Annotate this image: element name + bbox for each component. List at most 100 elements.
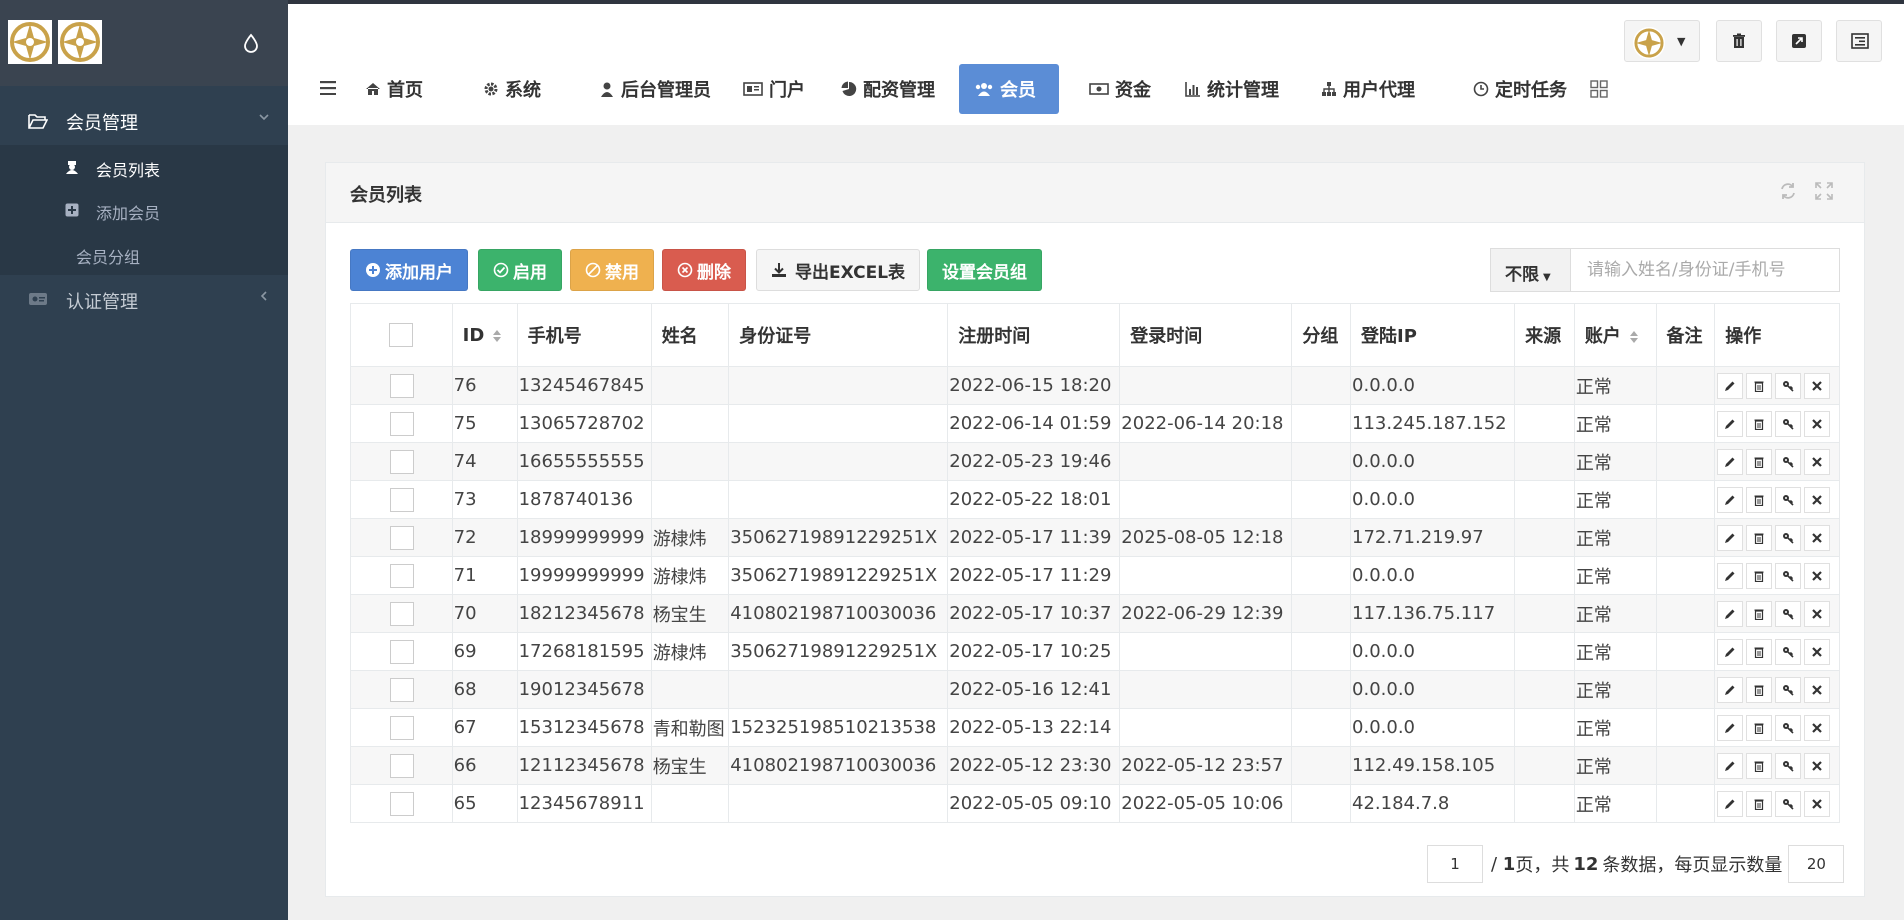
export-excel-button[interactable]: 导出EXCEL表	[756, 249, 921, 291]
disable-row-button[interactable]	[1804, 524, 1831, 551]
delete-row-button[interactable]	[1746, 562, 1773, 589]
fullscreen-icon[interactable]	[1814, 181, 1834, 201]
reset-password-button[interactable]	[1775, 562, 1802, 589]
delete-row-button[interactable]	[1746, 448, 1773, 475]
set-member-group-button[interactable]: 设置会员组	[927, 249, 1042, 291]
delete-row-button[interactable]	[1746, 372, 1773, 399]
disable-row-button[interactable]	[1804, 448, 1831, 475]
delete-row-button[interactable]	[1746, 486, 1773, 513]
reset-password-button[interactable]	[1775, 638, 1802, 665]
edit-button[interactable]	[1717, 600, 1744, 627]
reset-password-button[interactable]	[1775, 676, 1802, 703]
cell-idcard: 410802198710030036	[728, 746, 949, 785]
column-header-account[interactable]: 账户	[1573, 303, 1657, 367]
grid-apps-icon[interactable]	[1590, 80, 1608, 98]
row-checkbox[interactable]	[389, 677, 414, 702]
reset-password-button[interactable]	[1775, 600, 1802, 627]
reset-password-button[interactable]	[1775, 448, 1802, 475]
edit-button[interactable]	[1717, 486, 1744, 513]
delete-row-button[interactable]	[1746, 410, 1773, 437]
search-input[interactable]	[1571, 249, 1839, 291]
tab-funding[interactable]: 配资管理	[826, 64, 950, 114]
disable-row-button[interactable]	[1804, 676, 1831, 703]
search-filter-select[interactable]: 不限 ▼	[1491, 249, 1571, 291]
clear-cache-button[interactable]	[1716, 20, 1762, 62]
edit-button[interactable]	[1717, 448, 1744, 475]
disable-row-button[interactable]	[1804, 372, 1831, 399]
disable-button[interactable]: 禁用	[570, 249, 654, 291]
sidebar-group-auth[interactable]: 认证管理	[0, 277, 288, 323]
tab-system[interactable]: 系统	[468, 64, 556, 114]
disable-row-button[interactable]	[1804, 752, 1831, 779]
reset-password-button[interactable]	[1775, 714, 1802, 741]
edit-button[interactable]	[1717, 372, 1744, 399]
disable-row-button[interactable]	[1804, 600, 1831, 627]
disable-row-button[interactable]	[1804, 790, 1831, 817]
tab-agents[interactable]: 用户代理	[1306, 64, 1430, 114]
reset-password-button[interactable]	[1775, 486, 1802, 513]
edit-button[interactable]	[1717, 714, 1744, 741]
disable-row-button[interactable]	[1804, 638, 1831, 665]
column-header-id[interactable]: ID	[451, 303, 518, 367]
external-link-button[interactable]	[1776, 20, 1822, 62]
delete-row-button[interactable]	[1746, 600, 1773, 627]
edit-button[interactable]	[1717, 562, 1744, 589]
enable-button[interactable]: 启用	[478, 249, 562, 291]
sidebar-group-member[interactable]: 会员管理	[0, 98, 288, 144]
delete-row-button[interactable]	[1746, 676, 1773, 703]
edit-button[interactable]	[1717, 638, 1744, 665]
row-checkbox[interactable]	[389, 411, 414, 436]
row-checkbox[interactable]	[389, 449, 414, 474]
row-checkbox[interactable]	[389, 373, 414, 398]
reset-password-button[interactable]	[1775, 524, 1802, 551]
delete-row-button[interactable]	[1746, 752, 1773, 779]
theme-drop-icon[interactable]	[242, 33, 260, 53]
page-number-input[interactable]: 1	[1427, 845, 1483, 883]
reset-password-button[interactable]	[1775, 372, 1802, 399]
reset-password-button[interactable]	[1775, 410, 1802, 437]
tab-funds[interactable]: 资金	[1074, 64, 1166, 114]
reset-password-button[interactable]	[1775, 752, 1802, 779]
select-all-checkbox[interactable]	[389, 323, 414, 347]
tab-admins[interactable]: 后台管理员	[584, 64, 726, 114]
disable-row-button[interactable]	[1804, 486, 1831, 513]
row-checkbox[interactable]	[389, 487, 414, 512]
delete-row-button[interactable]	[1746, 714, 1773, 741]
row-checkbox[interactable]	[389, 639, 414, 664]
edit-button[interactable]	[1717, 752, 1744, 779]
row-checkbox[interactable]	[389, 791, 414, 816]
tab-member[interactable]: 会员	[959, 64, 1059, 114]
row-checkbox[interactable]	[389, 715, 414, 740]
disable-row-button[interactable]	[1804, 562, 1831, 589]
disable-row-button[interactable]	[1804, 410, 1831, 437]
delete-button[interactable]: 删除	[662, 249, 746, 291]
tab-home[interactable]: 首页	[350, 64, 438, 114]
delete-row-button[interactable]	[1746, 524, 1773, 551]
sidebar-group-label: 认证管理	[66, 292, 138, 313]
edit-button[interactable]	[1717, 676, 1744, 703]
row-checkbox[interactable]	[389, 753, 414, 778]
tab-scheduled[interactable]: 定时任务	[1458, 64, 1582, 114]
row-checkbox[interactable]	[389, 601, 414, 626]
row-checkbox[interactable]	[389, 525, 414, 550]
tab-statistics[interactable]: 统计管理	[1170, 64, 1294, 114]
refresh-icon[interactable]	[1778, 181, 1798, 201]
sidebar-item-member-list[interactable]: 会员列表	[0, 147, 288, 187]
edit-button[interactable]	[1717, 524, 1744, 551]
page-size-input[interactable]: 20	[1788, 845, 1845, 883]
edit-button[interactable]	[1717, 790, 1744, 817]
edit-button[interactable]	[1717, 410, 1744, 437]
cell-idcard	[728, 784, 949, 823]
reset-password-button[interactable]	[1775, 790, 1802, 817]
sidebar-item-add-member[interactable]: 添加会员	[0, 190, 288, 230]
disable-row-button[interactable]	[1804, 714, 1831, 741]
add-user-button[interactable]: 添加用户	[350, 249, 468, 291]
delete-row-button[interactable]	[1746, 790, 1773, 817]
sidebar-item-member-group[interactable]: 会员分组	[0, 234, 288, 274]
delete-row-button[interactable]	[1746, 638, 1773, 665]
settings-panel-button[interactable]	[1836, 20, 1882, 62]
row-checkbox[interactable]	[389, 563, 414, 588]
tab-portal[interactable]: 门户	[728, 64, 820, 114]
user-avatar-dropdown[interactable]: ▼	[1624, 20, 1700, 62]
hamburger-menu-icon[interactable]	[320, 80, 336, 96]
